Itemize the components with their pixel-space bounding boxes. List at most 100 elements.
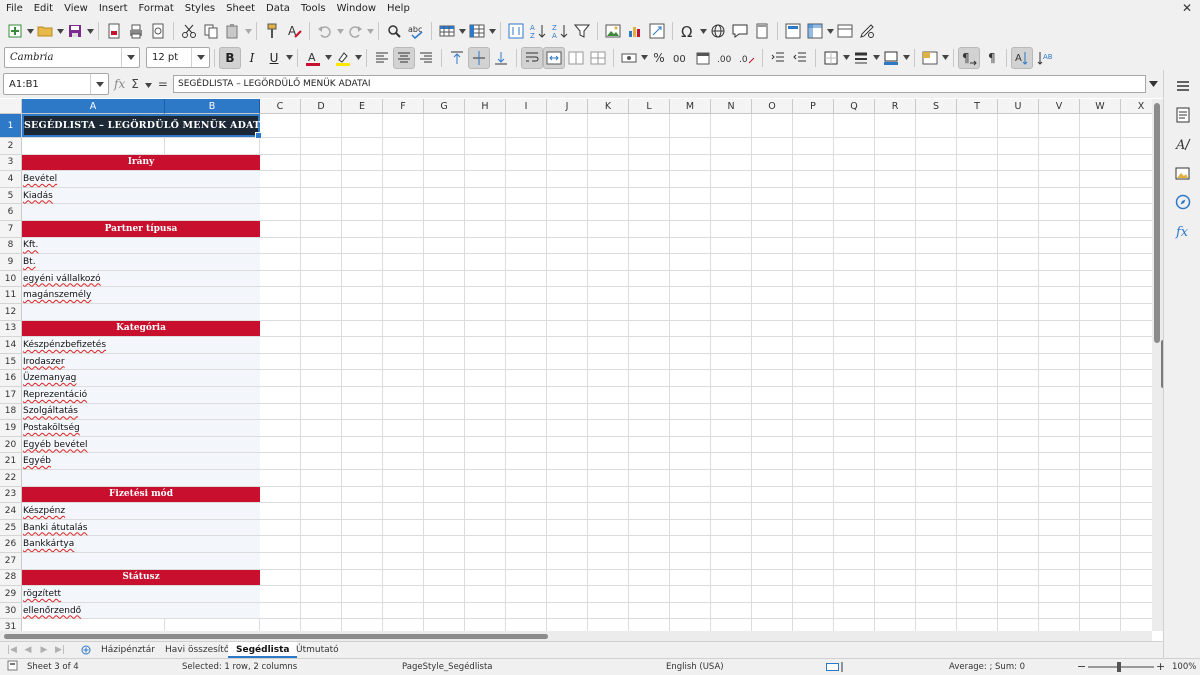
underline-dropdown-arrow[interactable]: [285, 47, 293, 69]
column-header-g[interactable]: G: [424, 99, 465, 114]
navigator-icon[interactable]: [1173, 192, 1193, 212]
redo-icon[interactable]: [344, 20, 366, 42]
save-icon[interactable]: [64, 20, 86, 42]
list-item[interactable]: Reprezentáció: [23, 387, 87, 403]
row-header-16[interactable]: 16: [0, 370, 22, 387]
column-header-u[interactable]: U: [998, 99, 1039, 114]
row-header-20[interactable]: 20: [0, 436, 22, 454]
borders-dropdown-arrow[interactable]: [842, 47, 850, 69]
open-dropdown-arrow[interactable]: [56, 20, 64, 42]
clone-formatting-icon[interactable]: [261, 20, 283, 42]
title-cell-a1-b1[interactable]: SEGÉDLISTA – LEGÖRDÜLŐ MENÜK ADATAI: [22, 114, 272, 139]
currency-format-icon[interactable]: [618, 47, 640, 69]
list-item[interactable]: rögzített: [23, 586, 61, 602]
row-header-24[interactable]: 24: [0, 503, 22, 520]
column-header-s[interactable]: S: [916, 99, 957, 114]
right-to-left-icon[interactable]: ¶: [980, 47, 1002, 69]
italic-button[interactable]: I: [241, 47, 263, 69]
column-header-e[interactable]: E: [342, 99, 383, 114]
left-to-right-icon[interactable]: ¶: [958, 46, 980, 69]
list-item[interactable]: Kft.: [23, 238, 38, 254]
list-item[interactable]: Bevétel: [23, 171, 57, 187]
align-top-icon[interactable]: [446, 47, 468, 69]
menu-format[interactable]: Format: [133, 0, 179, 17]
cut-icon[interactable]: [178, 20, 200, 42]
column-header-f[interactable]: F: [383, 99, 424, 114]
undo-dropdown-arrow[interactable]: [336, 20, 344, 42]
border-style-dropdown-arrow[interactable]: [872, 47, 880, 69]
add-decimal-icon[interactable]: .00: [714, 47, 736, 69]
merge-cells-icon[interactable]: [565, 47, 587, 69]
pivot-table-icon[interactable]: [646, 20, 668, 42]
define-print-area-icon[interactable]: [782, 20, 804, 42]
font-color-icon[interactable]: A: [302, 47, 324, 69]
font-name-combobox[interactable]: Cambria: [4, 47, 140, 68]
list-item[interactable]: egyéni vállalkozó: [23, 271, 101, 287]
chevron-down-icon[interactable]: [121, 48, 139, 67]
align-middle-icon[interactable]: [468, 46, 490, 69]
align-right-icon[interactable]: [415, 47, 437, 69]
row-header-22[interactable]: 22: [0, 470, 22, 487]
row-header-8[interactable]: 8: [0, 237, 22, 255]
column-header-b[interactable]: B: [165, 99, 260, 114]
row-header-26[interactable]: 26: [0, 536, 22, 553]
section-header[interactable]: Kategória: [22, 320, 260, 337]
list-item[interactable]: Postaköltség: [23, 420, 80, 436]
select-all-corner[interactable]: [0, 99, 22, 114]
border-color-dropdown-arrow[interactable]: [902, 47, 910, 69]
borders-icon[interactable]: [820, 47, 842, 69]
new-dropdown-arrow[interactable]: [26, 20, 34, 42]
column-header-r[interactable]: R: [875, 99, 916, 114]
wrap-text-icon[interactable]: [521, 46, 543, 69]
insert-chart-icon[interactable]: [624, 20, 646, 42]
list-item[interactable]: Egyéb bevétel: [23, 437, 88, 453]
underline-button[interactable]: U: [263, 47, 285, 69]
border-style-icon[interactable]: [850, 47, 872, 69]
merge-center-icon[interactable]: [543, 46, 565, 69]
undo-icon[interactable]: [314, 20, 336, 42]
row-header-31[interactable]: 31: [0, 619, 22, 631]
functions-icon[interactable]: fx: [1173, 221, 1193, 241]
number-format-icon[interactable]: 00: [670, 47, 692, 69]
align-bottom-icon[interactable]: [490, 47, 512, 69]
section-header[interactable]: Státusz: [22, 569, 260, 586]
column-header-x[interactable]: X: [1121, 99, 1152, 114]
menu-styles[interactable]: Styles: [179, 0, 220, 17]
row-header-25[interactable]: 25: [0, 519, 22, 537]
column-header-i[interactable]: I: [506, 99, 547, 114]
list-item[interactable]: magánszemély: [23, 287, 91, 303]
sheet-tab-utmutato[interactable]: Útmutató: [288, 642, 347, 658]
list-item[interactable]: ellenőrzendő: [23, 603, 81, 619]
conditional-format-dropdown-arrow[interactable]: [941, 47, 949, 69]
menu-edit[interactable]: Edit: [28, 0, 58, 17]
list-item[interactable]: Kiadás: [23, 188, 53, 204]
zoom-level[interactable]: 100%: [1172, 659, 1196, 675]
chevron-down-icon[interactable]: [90, 74, 108, 94]
document-modified-icon[interactable]: [7, 660, 18, 675]
column-header-k[interactable]: K: [588, 99, 629, 114]
sum-dropdown-icon[interactable]: [144, 77, 152, 91]
menu-file[interactable]: File: [0, 0, 28, 17]
row-header-13[interactable]: 13: [0, 320, 22, 338]
increase-indent-icon[interactable]: [767, 47, 789, 69]
row-header-6[interactable]: 6: [0, 204, 22, 221]
column-header-m[interactable]: M: [670, 99, 711, 114]
column-header-p[interactable]: P: [793, 99, 834, 114]
column-header-t[interactable]: T: [957, 99, 998, 114]
font-color-dropdown-arrow[interactable]: [324, 47, 332, 69]
column-header-j[interactable]: J: [547, 99, 588, 114]
section-header[interactable]: Partner típusa: [22, 221, 260, 237]
sheet-tab-havi-osszesito[interactable]: Havi összesítő: [157, 642, 237, 658]
row-header-27[interactable]: 27: [0, 553, 22, 570]
page-style[interactable]: PageStyle_Segédlista: [402, 659, 493, 675]
selection-mode-icon[interactable]: [826, 662, 846, 675]
row-header-4[interactable]: 4: [0, 171, 22, 188]
column-header-q[interactable]: Q: [834, 99, 875, 114]
close-document-icon[interactable]: ✕: [1182, 0, 1192, 17]
list-item[interactable]: Szolgáltatás: [23, 404, 78, 420]
save-dropdown-arrow[interactable]: [86, 20, 94, 42]
menu-help[interactable]: Help: [381, 0, 415, 17]
add-sheet-icon[interactable]: [79, 642, 93, 658]
menu-insert[interactable]: Insert: [93, 0, 133, 17]
insert-image-icon[interactable]: [602, 20, 624, 42]
